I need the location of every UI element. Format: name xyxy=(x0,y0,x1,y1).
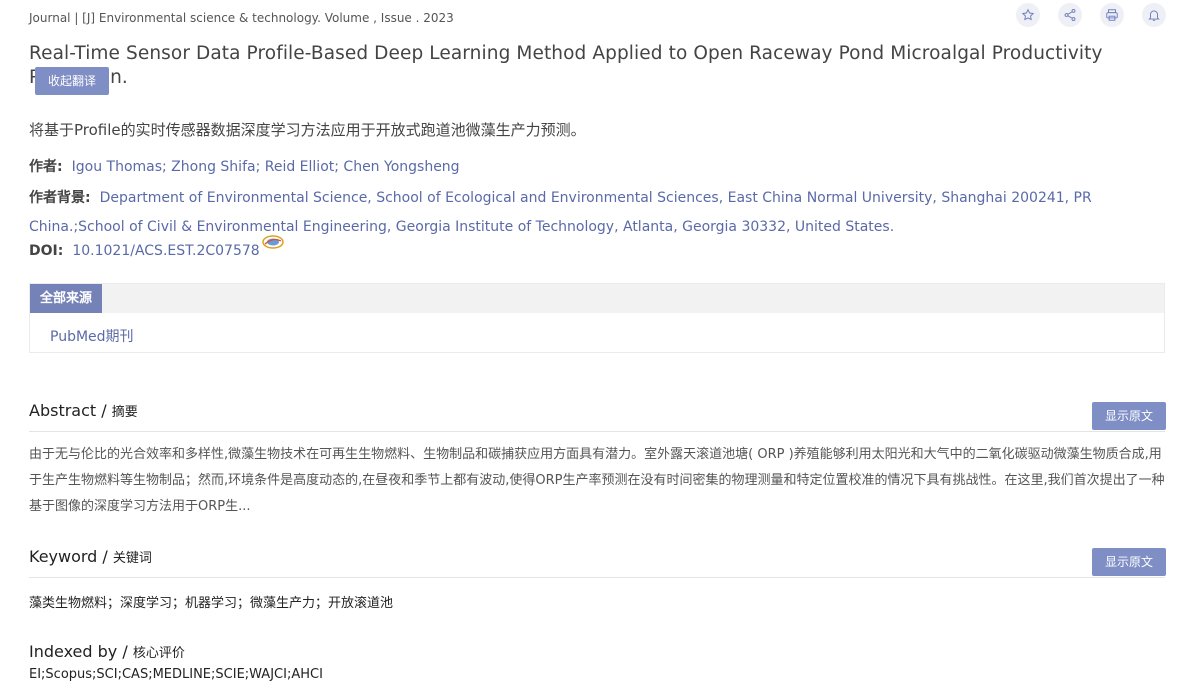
article-title: Real-Time Sensor Data Profile-Based Deep… xyxy=(29,43,1103,88)
abstract-title: Abstract / xyxy=(29,401,112,420)
authors-row: 作者: Igou Thomas; Zhong Shifa; Reid Elliot… xyxy=(29,156,460,176)
star-icon[interactable] xyxy=(1016,3,1040,27)
affiliation-label: 作者背景: xyxy=(29,190,91,206)
divider xyxy=(29,577,1165,578)
abstract-subtitle: 摘要 xyxy=(111,405,138,420)
keyword-title: Keyword / xyxy=(29,547,113,566)
sources-header: 全部来源 xyxy=(30,284,1164,313)
tab-all-sources[interactable]: 全部来源 xyxy=(30,284,103,313)
keyword-show-original-button[interactable]: 显示原文 xyxy=(1092,548,1166,576)
abstract-show-original-button[interactable]: 显示原文 xyxy=(1092,402,1166,430)
indexed-text: EI;Scopus;SCI;CAS;MEDLINE;SCIE;WAJCI;AHC… xyxy=(29,667,323,682)
indexed-title: Indexed by / xyxy=(29,642,133,661)
share-icon[interactable] xyxy=(1058,3,1082,27)
bell-icon[interactable] xyxy=(1142,3,1166,27)
authors-label: 作者: xyxy=(29,159,63,175)
abstract-heading: Abstract / 摘要 xyxy=(29,401,138,420)
authors-value[interactable]: Igou Thomas; Zhong Shifa; Reid Elliot; C… xyxy=(72,159,460,175)
indexed-subtitle: 核心评价 xyxy=(132,646,185,661)
affiliation-value: Department of Environmental Science, Sch… xyxy=(29,190,1092,235)
keyword-subtitle: 关键词 xyxy=(112,551,152,566)
sources-panel: 全部来源 PubMed期刊 xyxy=(29,283,1165,353)
affiliation-row: 作者背景: Department of Environmental Science… xyxy=(29,183,1169,241)
collapse-translation-button[interactable]: 收起翻译 xyxy=(35,67,109,95)
abstract-text: 由于无与伦比的光合效率和多样性,微藻生物技术在可再生生物燃料、生物制品和碳捕获应… xyxy=(29,447,1165,514)
external-link-icon[interactable] xyxy=(261,234,284,253)
divider xyxy=(29,431,1165,432)
keyword-text: 藻类生物燃料；深度学习；机器学习；微藻生产力；开放滚道池 xyxy=(29,596,394,611)
doi-label: DOI: xyxy=(29,243,64,259)
indexed-heading: Indexed by / 核心评价 xyxy=(29,642,185,661)
action-icons xyxy=(1016,3,1166,27)
doi-row: DOI: 10.1021/ACS.EST.2C07578 xyxy=(29,235,284,259)
keyword-heading: Keyword / 关键词 xyxy=(29,547,152,566)
doi-link[interactable]: 10.1021/ACS.EST.2C07578 xyxy=(72,243,259,259)
article-title-translated: 将基于Profile的实时传感器数据深度学习方法应用于开放式跑道池微藻生产力预测… xyxy=(29,121,586,139)
journal-meta: Journal | [J] Environmental science & te… xyxy=(29,11,454,25)
source-link-pubmed[interactable]: PubMed期刊 xyxy=(50,326,134,346)
print-icon[interactable] xyxy=(1100,3,1124,27)
